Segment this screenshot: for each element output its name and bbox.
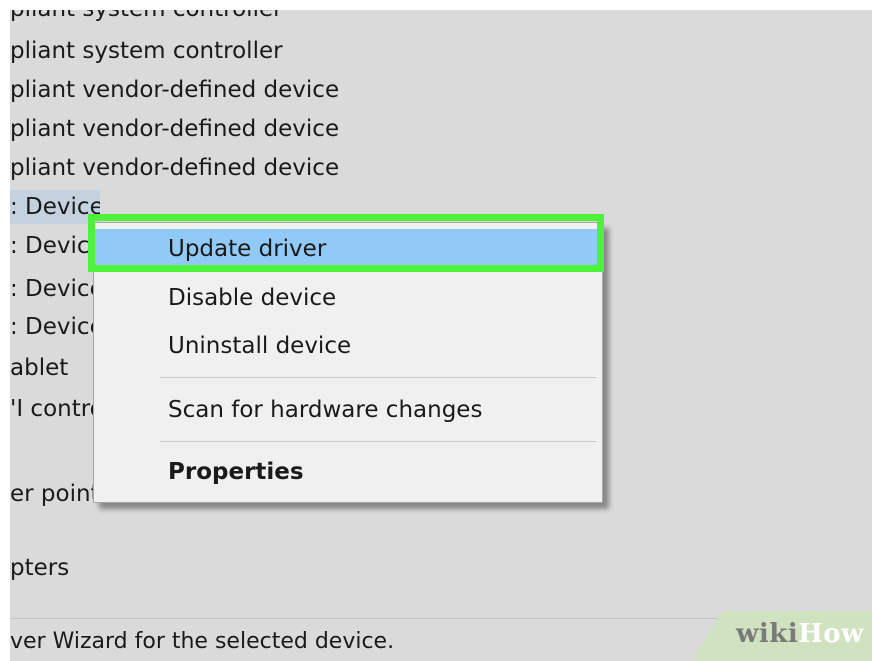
uninstall-device-menu-item[interactable]: Uninstall device — [94, 326, 602, 366]
tree-item[interactable]: er pointing device — [10, 477, 94, 511]
menu-separator — [160, 377, 596, 378]
tree-item[interactable]: pliant vendor-defined device — [10, 112, 339, 146]
tree-item[interactable]: pliant vendor-defined device — [10, 73, 339, 107]
tree-item-selected[interactable]: : Device — [10, 190, 100, 224]
disable-device-menu-item[interactable]: Disable device — [94, 278, 602, 318]
properties-menu-item[interactable]: Properties — [94, 452, 602, 492]
menu-item-label: Properties — [168, 459, 304, 485]
wikihow-logo-wiki: wiki — [736, 619, 799, 649]
tree-item[interactable]: ablet — [10, 351, 94, 385]
tree-item[interactable]: pliant system controller — [10, 10, 283, 26]
tree-item[interactable]: : Device — [10, 272, 94, 306]
scan-hardware-changes-menu-item[interactable]: Scan for hardware changes — [94, 390, 602, 430]
wikihow-logo: wikiHow — [736, 619, 864, 649]
tree-item[interactable]: : Device — [10, 310, 94, 344]
highlight-annotation-box — [88, 214, 604, 272]
status-text: ver Wizard for the selected device. — [10, 629, 395, 654]
menu-separator — [160, 441, 596, 442]
tree-item[interactable]: : Device — [10, 229, 94, 263]
tree-item[interactable]: pliant vendor-defined device — [10, 151, 339, 185]
menu-item-label: Disable device — [168, 285, 337, 311]
wikihow-watermark: wikiHow — [692, 611, 872, 661]
menu-item-label: Uninstall device — [168, 333, 352, 359]
tree-item[interactable]: pliant system controller — [10, 34, 283, 68]
wikihow-logo-how: How — [798, 619, 864, 649]
tree-item[interactable]: pters — [10, 551, 94, 585]
tree-item[interactable]: 'I controller — [10, 392, 94, 426]
menu-item-label: Scan for hardware changes — [168, 397, 483, 423]
